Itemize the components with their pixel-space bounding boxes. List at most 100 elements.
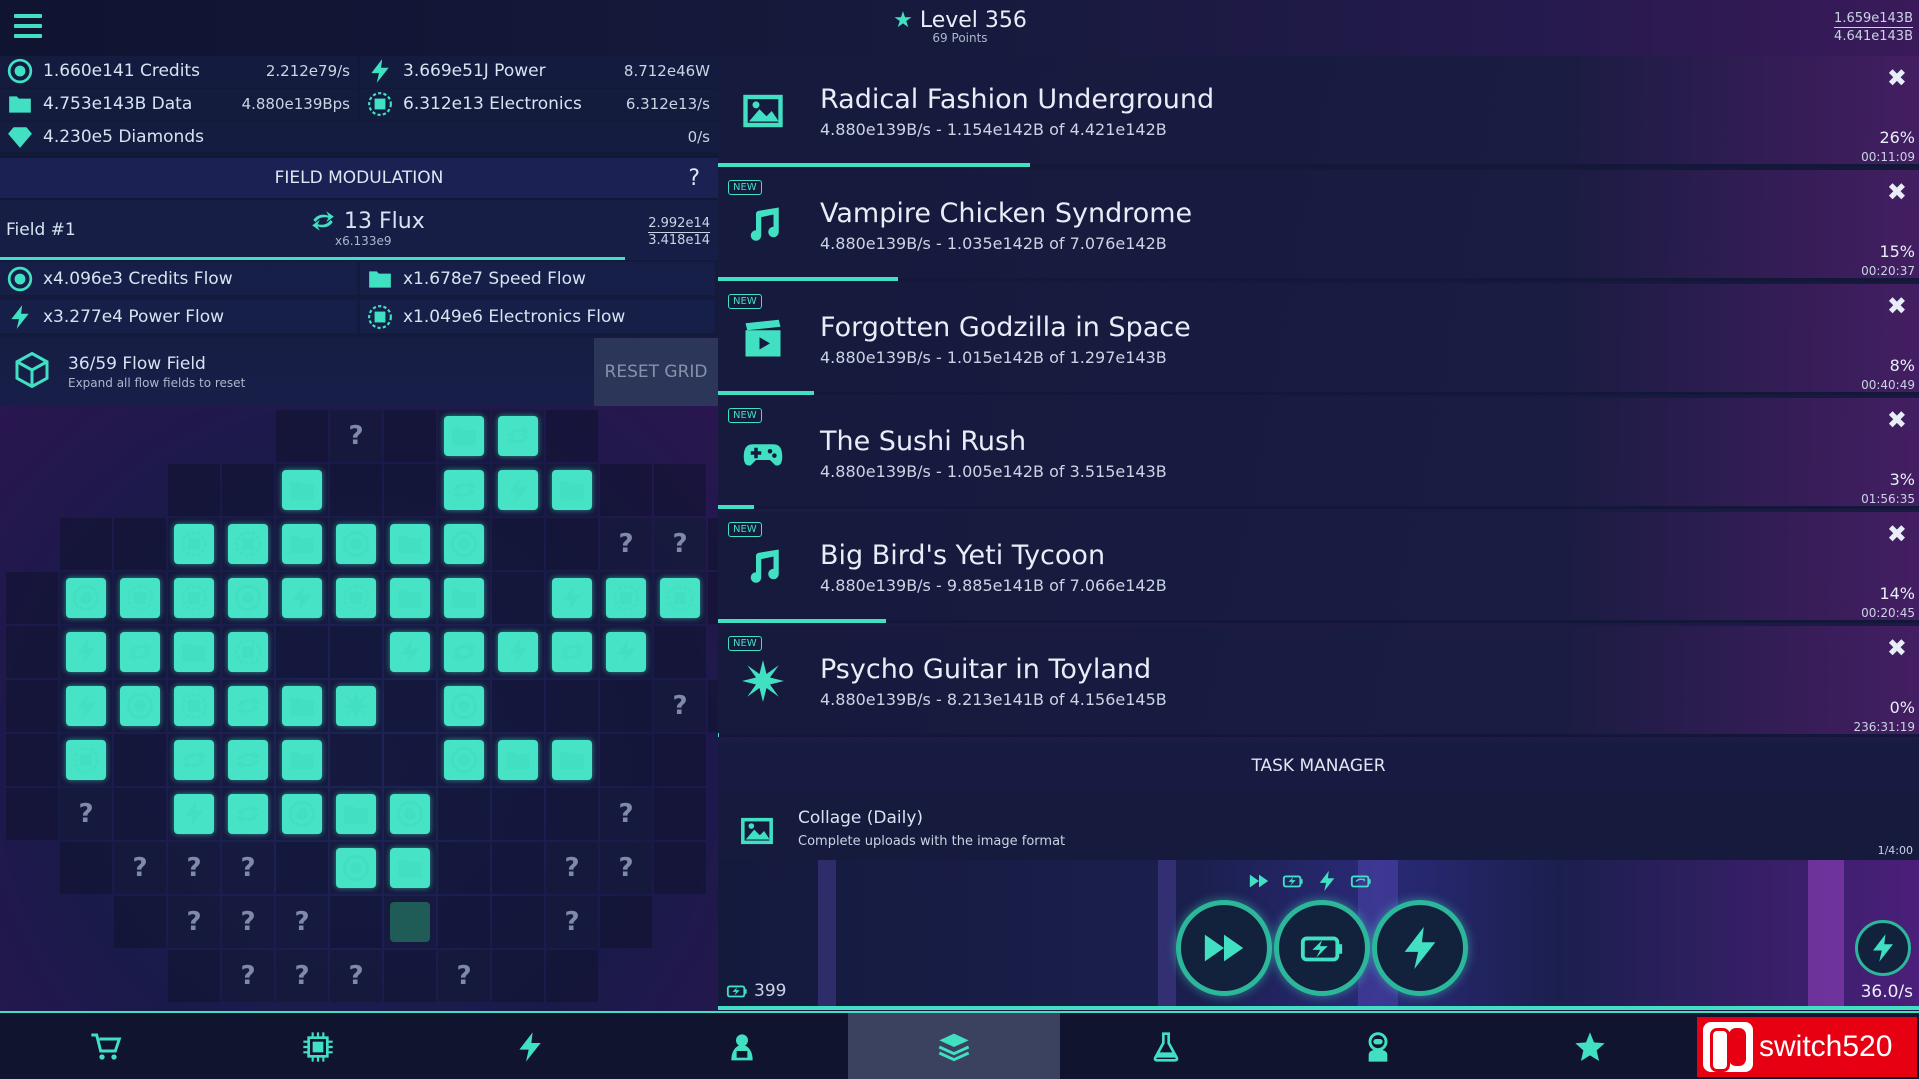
grid-tile[interactable] <box>600 572 652 624</box>
grid-tile[interactable] <box>438 680 490 732</box>
upload-item[interactable]: NEW Vampire Chicken Syndrome 4.880e139B/… <box>718 170 1919 281</box>
grid-tile[interactable] <box>384 626 436 678</box>
grid-tile[interactable] <box>546 464 598 516</box>
locked-cell[interactable]: ? <box>276 896 328 948</box>
grid-tile[interactable] <box>60 626 112 678</box>
grid-tile[interactable] <box>330 680 382 732</box>
locked-cell[interactable]: ? <box>168 896 220 948</box>
grid-tile[interactable] <box>492 410 544 462</box>
upload-item[interactable]: Radical Fashion Underground 4.880e139B/s… <box>718 56 1919 167</box>
grid-tile[interactable] <box>222 572 274 624</box>
grid-tile[interactable] <box>168 626 220 678</box>
nav-flask-button[interactable] <box>1060 1013 1272 1079</box>
grid-tile[interactable] <box>168 680 220 732</box>
grid-tile[interactable] <box>330 572 382 624</box>
grid-tile[interactable] <box>276 464 328 516</box>
field-selector[interactable]: Field #1 13 Flux x6.133e9 2.992e14 3.418… <box>0 200 718 260</box>
close-icon[interactable]: ✖ <box>1887 520 1907 548</box>
locked-cell[interactable]: ? <box>222 950 274 1002</box>
locked-cell[interactable]: ? <box>600 788 652 840</box>
nav-shop-button[interactable] <box>0 1013 212 1079</box>
level-indicator[interactable]: ★ Level 356 69 Points <box>880 8 1040 52</box>
close-icon[interactable]: ✖ <box>1887 64 1907 92</box>
reset-grid-button[interactable]: RESET GRID <box>594 338 718 406</box>
locked-cell[interactable]: ? <box>60 788 112 840</box>
nav-astronaut-button[interactable] <box>1272 1013 1484 1079</box>
locked-cell[interactable]: ? <box>168 842 220 894</box>
grid-tile[interactable] <box>168 518 220 570</box>
grid-tile[interactable] <box>222 626 274 678</box>
grid-tile[interactable] <box>492 626 544 678</box>
grid-tile[interactable] <box>438 572 490 624</box>
grid-tile[interactable] <box>168 788 220 840</box>
grid-tile[interactable] <box>60 734 112 786</box>
grid-tile[interactable] <box>222 518 274 570</box>
grid-tile[interactable] <box>330 518 382 570</box>
close-icon[interactable]: ✖ <box>1887 406 1907 434</box>
upload-item[interactable]: NEW Big Bird's Yeti Tycoon 4.880e139B/s … <box>718 512 1919 623</box>
locked-cell[interactable]: ? <box>546 842 598 894</box>
close-icon[interactable]: ✖ <box>1887 292 1907 320</box>
grid-tile[interactable] <box>222 788 274 840</box>
grid-tile[interactable] <box>114 680 166 732</box>
grid-tile[interactable] <box>276 734 328 786</box>
nav-power-button[interactable] <box>424 1013 636 1079</box>
upload-item[interactable]: NEW Psycho Guitar in Toyland 4.880e139B/… <box>718 626 1919 737</box>
locked-cell[interactable]: ? <box>114 842 166 894</box>
power-boost-button[interactable] <box>1372 900 1468 996</box>
help-button[interactable]: ? <box>688 166 700 191</box>
grid-tile[interactable] <box>654 572 706 624</box>
locked-cell[interactable]: ? <box>222 842 274 894</box>
grid-tile[interactable] <box>60 572 112 624</box>
battery-boost-button[interactable] <box>1274 900 1370 996</box>
locked-cell[interactable]: ? <box>438 950 490 1002</box>
locked-cell[interactable]: ? <box>330 950 382 1002</box>
grid-tile[interactable] <box>168 572 220 624</box>
locked-cell[interactable]: ? <box>546 896 598 948</box>
locked-cell[interactable]: ? <box>654 680 706 732</box>
grid-tile[interactable] <box>60 680 112 732</box>
upload-item[interactable]: NEW Forgotten Godzilla in Space 4.880e13… <box>718 284 1919 395</box>
grid-tile[interactable] <box>492 734 544 786</box>
grid-tile[interactable] <box>600 626 652 678</box>
grid-tile[interactable] <box>546 734 598 786</box>
grid-tile[interactable] <box>330 788 382 840</box>
grid-tile[interactable] <box>330 842 382 894</box>
grid-tile[interactable] <box>438 464 490 516</box>
grid-tile[interactable] <box>114 626 166 678</box>
empty-tile[interactable] <box>384 896 436 948</box>
speed-gauge[interactable] <box>1855 920 1911 976</box>
grid-tile[interactable] <box>114 572 166 624</box>
grid-tile[interactable] <box>276 518 328 570</box>
grid-tile[interactable] <box>384 788 436 840</box>
grid-tile[interactable] <box>438 734 490 786</box>
locked-cell[interactable]: ? <box>600 518 652 570</box>
grid-tile[interactable] <box>546 626 598 678</box>
close-icon[interactable]: ✖ <box>1887 178 1907 206</box>
nav-hacker-button[interactable] <box>636 1013 848 1079</box>
grid-tile[interactable] <box>222 680 274 732</box>
locked-cell[interactable]: ? <box>330 410 382 462</box>
upload-item[interactable]: NEW The Sushi Rush 4.880e139B/s - 1.005e… <box>718 398 1919 509</box>
nav-layers-button[interactable] <box>848 1013 1060 1079</box>
grid-tile[interactable] <box>276 572 328 624</box>
nav-chip-button[interactable] <box>212 1013 424 1079</box>
grid-tile[interactable] <box>384 518 436 570</box>
nav-star-button[interactable] <box>1484 1013 1696 1079</box>
grid-tile[interactable] <box>438 410 490 462</box>
grid-tile[interactable] <box>276 680 328 732</box>
grid-tile[interactable] <box>168 734 220 786</box>
grid-tile[interactable] <box>438 626 490 678</box>
task-item[interactable]: Collage (Daily) Complete uploads with th… <box>718 790 1919 860</box>
locked-cell[interactable]: ? <box>654 518 706 570</box>
grid-tile[interactable] <box>438 518 490 570</box>
close-icon[interactable]: ✖ <box>1887 634 1907 662</box>
grid-tile[interactable] <box>222 734 274 786</box>
menu-button[interactable] <box>14 14 42 40</box>
grid-tile[interactable] <box>492 464 544 516</box>
locked-cell[interactable]: ? <box>222 896 274 948</box>
locked-cell[interactable]: ? <box>600 842 652 894</box>
fast-forward-button[interactable] <box>1176 900 1272 996</box>
grid-tile[interactable] <box>546 572 598 624</box>
locked-cell[interactable]: ? <box>276 950 328 1002</box>
